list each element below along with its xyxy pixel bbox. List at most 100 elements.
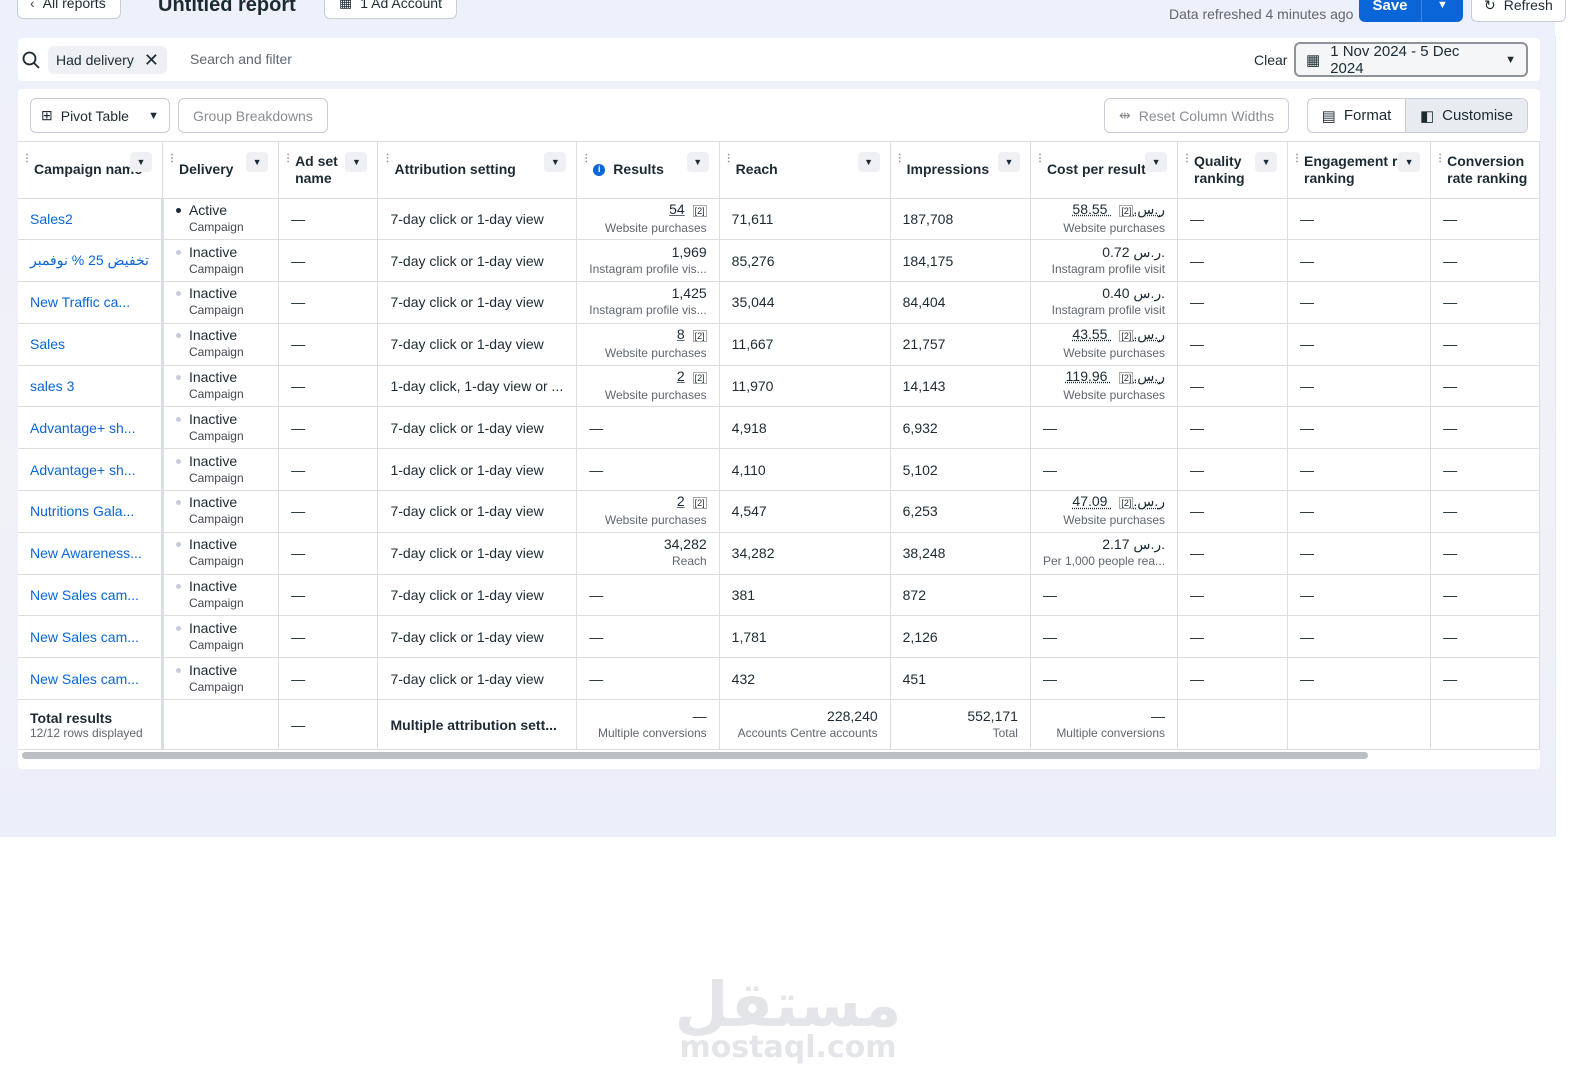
format-button[interactable]: ▤ Format <box>1308 99 1406 132</box>
drag-handle-icon[interactable]: ⋮ <box>1035 154 1045 164</box>
chevron-down-icon[interactable]: ▼ <box>345 152 368 172</box>
cpr-cell[interactable]: 58.55 ر.س.[2] Website purchases <box>1030 198 1179 241</box>
table-row[interactable]: New Awareness... Inactive Campaign — 7-d… <box>18 532 1540 575</box>
result-cell[interactable]: 8 [2] Website purchases <box>576 323 720 366</box>
result-cell[interactable]: 54 [2] Website purchases <box>576 198 720 241</box>
table-row[interactable]: Nutritions Gala... Inactive Campaign — 7… <box>18 490 1540 533</box>
campaign-link[interactable]: Sales <box>30 336 65 352</box>
table-row[interactable]: New Sales cam... Inactive Campaign — 7-d… <box>18 574 1540 617</box>
chevron-down-icon[interactable]: ▼ <box>1145 152 1168 172</box>
refresh-button[interactable]: ↻ Refresh <box>1471 0 1566 22</box>
table-row[interactable]: تخفيض 25 % نوفمبر Inactive Campaign — 7-… <box>18 239 1540 283</box>
table-row[interactable]: Advantage+ sh... Inactive Campaign — 1-d… <box>18 448 1540 492</box>
chevron-down-icon[interactable]: ▼ <box>129 152 152 172</box>
campaign-link[interactable]: New Sales cam... <box>30 671 139 687</box>
campaign-name-cell[interactable]: New Sales cam... <box>18 574 164 617</box>
chevron-down-icon[interactable]: ▼ <box>544 152 567 172</box>
save-button[interactable]: Save <box>1359 0 1422 22</box>
table-row[interactable]: New Sales cam... Inactive Campaign — 7-d… <box>18 657 1540 701</box>
campaign-name-cell[interactable]: Nutritions Gala... <box>18 490 164 533</box>
drag-handle-icon[interactable]: ⋮ <box>581 154 591 164</box>
date-range-picker[interactable]: ▦ 1 Nov 2024 - 5 Dec 2024 ▼ <box>1294 42 1528 77</box>
column-header[interactable]: ⋮ Campaign name ▼ <box>18 142 163 199</box>
filter-chip-had-delivery[interactable]: Had delivery ✕ <box>48 46 167 74</box>
cpr-cell[interactable]: 43.55 ر.س.[2] Website purchases <box>1030 323 1179 366</box>
report-title[interactable]: Untitled report <box>158 0 296 17</box>
cpr-cell[interactable]: 47.09 ر.س.[2] Website purchases <box>1030 490 1179 533</box>
drag-handle-icon[interactable]: ⋮ <box>1182 154 1192 164</box>
drag-handle-icon[interactable]: ⋮ <box>382 154 392 164</box>
column-header[interactable]: ⋮ Conversion rate ranking <box>1430 142 1540 199</box>
column-header[interactable]: ⋮ Ad set name ▼ <box>278 142 379 199</box>
chevron-down-icon[interactable]: ▼ <box>1398 152 1421 172</box>
campaign-link[interactable]: Advantage+ sh... <box>30 420 135 436</box>
table-row[interactable]: New Traffic ca... Inactive Campaign — 7-… <box>18 281 1540 324</box>
drag-handle-icon[interactable]: ⋮ <box>724 154 734 164</box>
column-header[interactable]: ⋮ Quality ranking ▼ <box>1177 142 1289 199</box>
result-cell[interactable]: 2 [2] Website purchases <box>576 490 720 533</box>
campaign-name-cell[interactable]: Advantage+ sh... <box>18 406 164 450</box>
table-row[interactable]: sales 3 Inactive Campaign — 1-day click,… <box>18 365 1540 408</box>
chevron-down-icon[interactable]: ▼ <box>246 152 269 172</box>
result-cell[interactable]: 34,282 Reach <box>576 532 720 575</box>
campaign-name-cell[interactable]: sales 3 <box>18 365 164 408</box>
campaign-link[interactable]: Nutritions Gala... <box>30 503 134 519</box>
campaign-link[interactable]: Sales2 <box>30 211 73 227</box>
table-row[interactable]: Sales Inactive Campaign — 7-day click or… <box>18 323 1540 366</box>
chevron-down-icon[interactable]: ▼ <box>997 152 1020 172</box>
info-icon[interactable]: i <box>593 163 606 176</box>
campaign-link[interactable]: New Awareness... <box>30 545 142 561</box>
drag-handle-icon[interactable]: ⋮ <box>22 154 32 164</box>
table-row[interactable]: New Sales cam... Inactive Campaign — 7-d… <box>18 615 1540 659</box>
customise-button[interactable]: ◧ Customise <box>1406 99 1527 132</box>
campaign-name-cell[interactable]: Advantage+ sh... <box>18 448 164 492</box>
column-header[interactable]: ⋮ Delivery ▼ <box>162 142 280 199</box>
drag-handle-icon[interactable]: ⋮ <box>283 154 293 164</box>
group-breakdowns-button[interactable]: Group Breakdowns <box>178 98 328 133</box>
result-cell[interactable]: 2 [2] Website purchases <box>576 365 720 408</box>
column-header[interactable]: ⋮ Attribution setting ▼ <box>377 142 578 199</box>
column-header[interactable]: ⋮ Impressions ▼ <box>890 142 1031 199</box>
drag-handle-icon[interactable]: ⋮ <box>1435 154 1445 164</box>
horizontal-scrollbar[interactable] <box>22 752 1368 759</box>
campaign-name-cell[interactable]: تخفيض 25 % نوفمبر <box>18 239 164 283</box>
column-header[interactable]: ⋮ Reach ▼ <box>719 142 891 199</box>
column-header[interactable]: ⋮ Engagement rate ranking ▼ <box>1287 142 1432 199</box>
campaign-link[interactable]: Advantage+ sh... <box>30 462 135 478</box>
table-row[interactable]: Advantage+ sh... Inactive Campaign — 7-d… <box>18 406 1540 450</box>
table-row[interactable]: Sales2 Active Campaign — 7-day click or … <box>18 198 1540 241</box>
reset-column-widths-button[interactable]: ⇹ Reset Column Widths <box>1104 98 1290 133</box>
close-icon[interactable]: ✕ <box>144 51 159 69</box>
chevron-down-icon[interactable]: ▼ <box>686 152 709 172</box>
cpr-cell[interactable]: 0.40 ر.س. Instagram profile visit <box>1030 281 1179 324</box>
column-header[interactable]: ⋮ i Results ▼ <box>576 142 720 199</box>
chevron-down-icon[interactable]: ▼ <box>1255 152 1278 172</box>
chevron-down-icon[interactable]: ▼ <box>857 152 880 172</box>
campaign-name-cell[interactable]: New Sales cam... <box>18 657 164 701</box>
save-dropdown-icon[interactable]: ▼ <box>1422 0 1463 22</box>
search-input[interactable]: Search and filter <box>190 51 292 67</box>
pivot-table-button[interactable]: ⊞ Pivot Table ▼ <box>30 98 170 133</box>
campaign-name-cell[interactable]: New Awareness... <box>18 532 164 575</box>
campaign-link[interactable]: New Traffic ca... <box>30 294 130 310</box>
cpr-cell[interactable]: 2.17 ر.س. Per 1,000 people rea... <box>1030 532 1179 575</box>
campaign-name-cell[interactable]: New Traffic ca... <box>18 281 164 324</box>
drag-handle-icon[interactable]: ⋮ <box>1292 154 1302 164</box>
campaign-name-cell[interactable]: Sales <box>18 323 164 366</box>
cpr-cell[interactable]: 0.72 ر.س. Instagram profile visit <box>1030 239 1179 283</box>
save-button-group[interactable]: Save ▼ <box>1359 0 1463 22</box>
campaign-name-cell[interactable]: New Sales cam... <box>18 615 164 659</box>
drag-handle-icon[interactable]: ⋮ <box>167 154 177 164</box>
clear-filters-button[interactable]: Clear <box>1254 52 1287 68</box>
all-reports-button[interactable]: ‹ All reports <box>17 0 121 19</box>
campaign-link[interactable]: New Sales cam... <box>30 629 139 645</box>
result-cell[interactable]: 1,969 Instagram profile vis... <box>576 239 720 283</box>
campaign-link[interactable]: sales 3 <box>30 378 74 394</box>
campaign-link[interactable]: تخفيض 25 % نوفمبر <box>30 252 149 268</box>
campaign-link[interactable]: New Sales cam... <box>30 587 139 603</box>
result-cell[interactable]: 1,425 Instagram profile vis... <box>576 281 720 324</box>
cpr-cell[interactable]: 119.96 ر.س.[2] Website purchases <box>1030 365 1179 408</box>
ad-account-button[interactable]: ▦ 1 Ad Account <box>324 0 457 19</box>
column-header[interactable]: ⋮ Cost per result ▼ <box>1030 142 1179 199</box>
campaign-name-cell[interactable]: Sales2 <box>18 198 164 241</box>
